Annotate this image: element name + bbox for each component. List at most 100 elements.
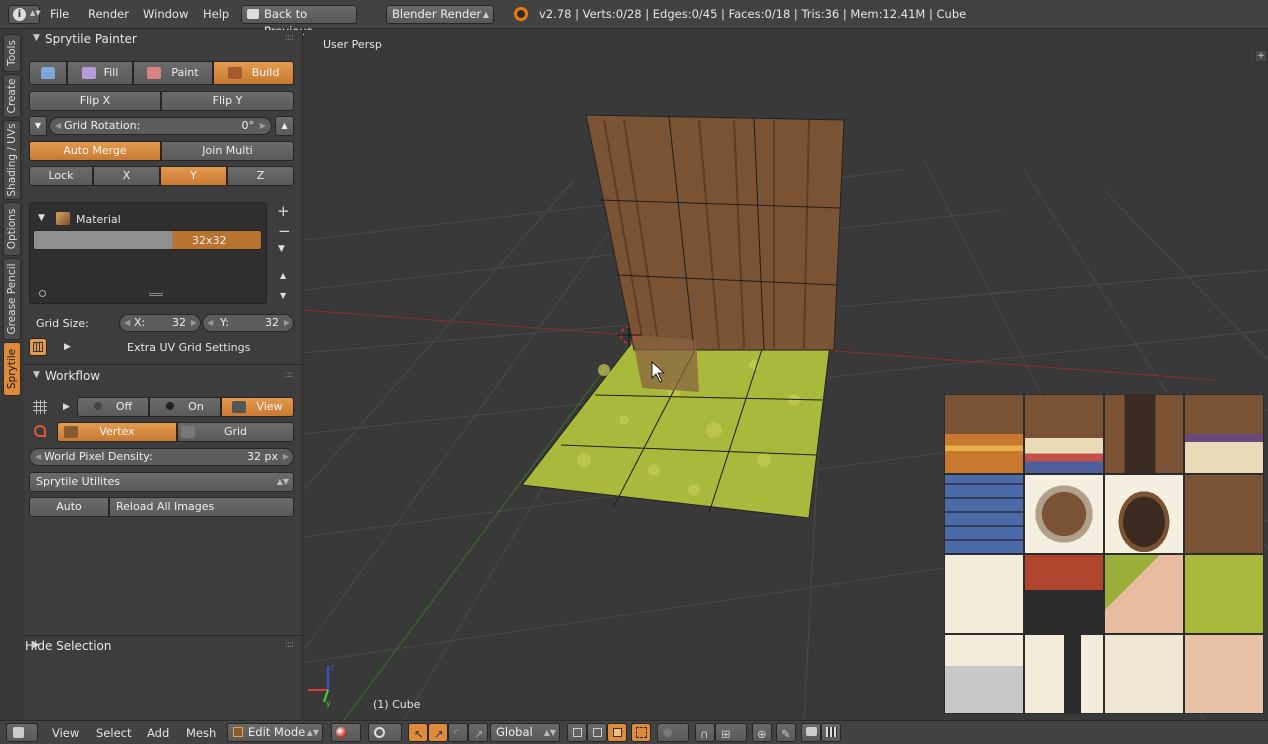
specials-dropdown-icon[interactable]: ▼	[278, 244, 285, 254]
axis-x-button[interactable]: X	[93, 166, 160, 186]
remove-icon[interactable]: −	[278, 222, 291, 240]
workflow-on-button[interactable]: On	[149, 397, 221, 417]
menu-view[interactable]: View	[52, 726, 79, 740]
axis-z-button[interactable]: Z	[227, 166, 294, 186]
resize-grip-icon[interactable]	[149, 293, 163, 296]
tab-options[interactable]: Options	[3, 202, 21, 256]
move-up-icon[interactable]: ▲	[280, 271, 286, 280]
render-still-button[interactable]	[801, 723, 821, 742]
tile-cracked-plaster[interactable]	[1104, 634, 1184, 714]
material-list[interactable]: ▼ Material 32x32	[29, 202, 267, 304]
menu-window[interactable]: Window	[143, 7, 188, 21]
snap-grid-button[interactable]: Grid	[177, 422, 294, 442]
drag-handle-icon[interactable]: ::::	[285, 640, 294, 650]
tile-door-bottom[interactable]	[1024, 634, 1104, 714]
menu-select[interactable]: Select	[96, 726, 131, 740]
tile-palette-preview[interactable]	[944, 394, 1264, 714]
move-down-icon[interactable]: ▼	[280, 291, 286, 300]
auto-reload-toggle[interactable]: Auto	[29, 497, 109, 517]
tile-arched-window[interactable]	[1104, 474, 1184, 554]
pivot-select[interactable]	[368, 723, 402, 742]
drag-handle-icon[interactable]: ::::	[285, 33, 294, 43]
sync-toggle[interactable]: ✎	[776, 723, 796, 742]
menu-mesh[interactable]: Mesh	[186, 726, 216, 740]
reload-all-images-button[interactable]: Reload All Images	[109, 497, 294, 517]
tab-grease-pencil[interactable]: Grease Pencil	[3, 258, 21, 340]
snap-target-select[interactable]: ⊕	[752, 723, 772, 742]
face-select-mode[interactable]	[607, 723, 627, 742]
edge-select-mode[interactable]	[587, 723, 607, 742]
tile-red-roof[interactable]	[1024, 554, 1104, 634]
workflow-header[interactable]: ▼ Workflow ::::	[24, 367, 303, 387]
menu-render[interactable]: Render	[88, 7, 129, 21]
properties-toggle-icon[interactable]: +	[1255, 50, 1267, 62]
mode-select[interactable]: Edit Mode ▲▼	[227, 723, 323, 742]
expand-triangle-icon[interactable]: ▼	[38, 213, 45, 223]
extra-uv-grid-settings[interactable]: Extra UV Grid Settings	[127, 341, 250, 354]
tile-ivy-stone[interactable]	[1104, 554, 1184, 634]
tile-wood-door[interactable]	[1104, 394, 1184, 474]
add-icon[interactable]: +	[277, 202, 290, 220]
snap-vertex-button[interactable]: Vertex	[57, 422, 177, 442]
join-multi-toggle[interactable]: Join Multi	[161, 141, 294, 161]
translate-toggle[interactable]: ↗	[428, 723, 448, 742]
render-engine-select[interactable]: Blender Render ▲	[386, 5, 494, 24]
flip-y-button[interactable]: Flip Y	[161, 91, 294, 111]
sprytile-painter-header[interactable]: ▼ Sprytile Painter ::::	[24, 30, 303, 50]
rotate-toggle[interactable]: ◜	[448, 723, 468, 742]
tile-round-window[interactable]	[1024, 474, 1104, 554]
expand-triangle-icon[interactable]: ▶	[64, 342, 71, 352]
vertex-select-mode[interactable]	[567, 723, 587, 742]
tile-plaster[interactable]	[944, 554, 1024, 634]
expand-triangle-icon[interactable]: ▶	[63, 402, 70, 412]
material-row[interactable]: 32x32	[33, 230, 262, 250]
render-animation-button[interactable]	[821, 723, 841, 742]
menu-file[interactable]: File	[50, 7, 69, 21]
info-editor-type-button[interactable]: i ▲▼	[8, 5, 41, 24]
build-mode-button[interactable]: Build	[213, 61, 294, 85]
back-to-previous-button[interactable]: Back to Previous	[241, 5, 357, 38]
workflow-view-button[interactable]: View	[221, 397, 294, 417]
tile-wood-shelf[interactable]	[1184, 394, 1264, 474]
filter-dot-icon[interactable]	[39, 290, 46, 297]
lock-toggle[interactable]: Lock	[29, 166, 93, 186]
tile-wood-cloth[interactable]	[1024, 394, 1104, 474]
snap-magnet-icon[interactable]	[34, 425, 46, 437]
axis-y-button[interactable]: Y	[160, 166, 227, 186]
manipulator-toggle[interactable]: ↖	[408, 723, 428, 742]
scale-toggle[interactable]: ↗	[468, 723, 488, 742]
orientation-select[interactable]: Global ▲▼	[490, 723, 560, 742]
auto-merge-toggle[interactable]: Auto Merge	[29, 141, 161, 161]
tile-wood-plain[interactable]	[1184, 474, 1264, 554]
editor-type-button[interactable]	[6, 723, 38, 742]
tab-create[interactable]: Create	[3, 74, 21, 118]
drag-handle-icon[interactable]: ::::	[285, 370, 294, 380]
snap-element-select[interactable]: ⊞	[715, 723, 747, 742]
menu-help[interactable]: Help	[203, 7, 229, 21]
tab-shading-uvs[interactable]: Shading / UVs	[3, 120, 21, 200]
grid-rotation-field[interactable]: ◀ Grid Rotation: 0° ▶	[49, 117, 272, 135]
uv-grid-button[interactable]	[29, 338, 47, 356]
rotate-left-button[interactable]: ▼	[29, 116, 47, 136]
fill-mode-button[interactable]: Fill	[67, 61, 133, 85]
workflow-off-button[interactable]: Off	[77, 397, 149, 417]
proportional-edit-select[interactable]	[657, 723, 689, 742]
hide-selection-header[interactable]: ▶ Hide Selection ::::	[24, 637, 303, 657]
tile-grass[interactable]	[1184, 554, 1264, 634]
shading-select[interactable]	[331, 723, 361, 742]
paint-mode-button[interactable]: Paint	[133, 61, 213, 85]
flip-x-button[interactable]: Flip X	[29, 91, 161, 111]
3d-viewport[interactable]: z y User Persp (1) Cube +	[304, 30, 1268, 720]
tile-stone-wall[interactable]	[944, 634, 1024, 714]
tab-tools[interactable]: Tools	[3, 34, 21, 72]
grid-size-y-field[interactable]: ◀ Y: 32 ▶	[202, 314, 294, 332]
world-pixel-density-field[interactable]: ◀ World Pixel Density: 32 px ▶	[29, 448, 294, 466]
occlude-geometry-toggle[interactable]	[631, 723, 651, 742]
menu-add[interactable]: Add	[147, 726, 169, 740]
grid-size-x-field[interactable]: ◀ X: 32 ▶	[119, 314, 201, 332]
tile-sand[interactable]	[1184, 634, 1264, 714]
rotate-right-button[interactable]: ▲	[275, 116, 294, 136]
tile-wood[interactable]	[944, 394, 1024, 474]
sprytile-utilities-select[interactable]: Sprytile Utilites ▲▼	[29, 472, 294, 492]
tile-blue-brick[interactable]	[944, 474, 1024, 554]
